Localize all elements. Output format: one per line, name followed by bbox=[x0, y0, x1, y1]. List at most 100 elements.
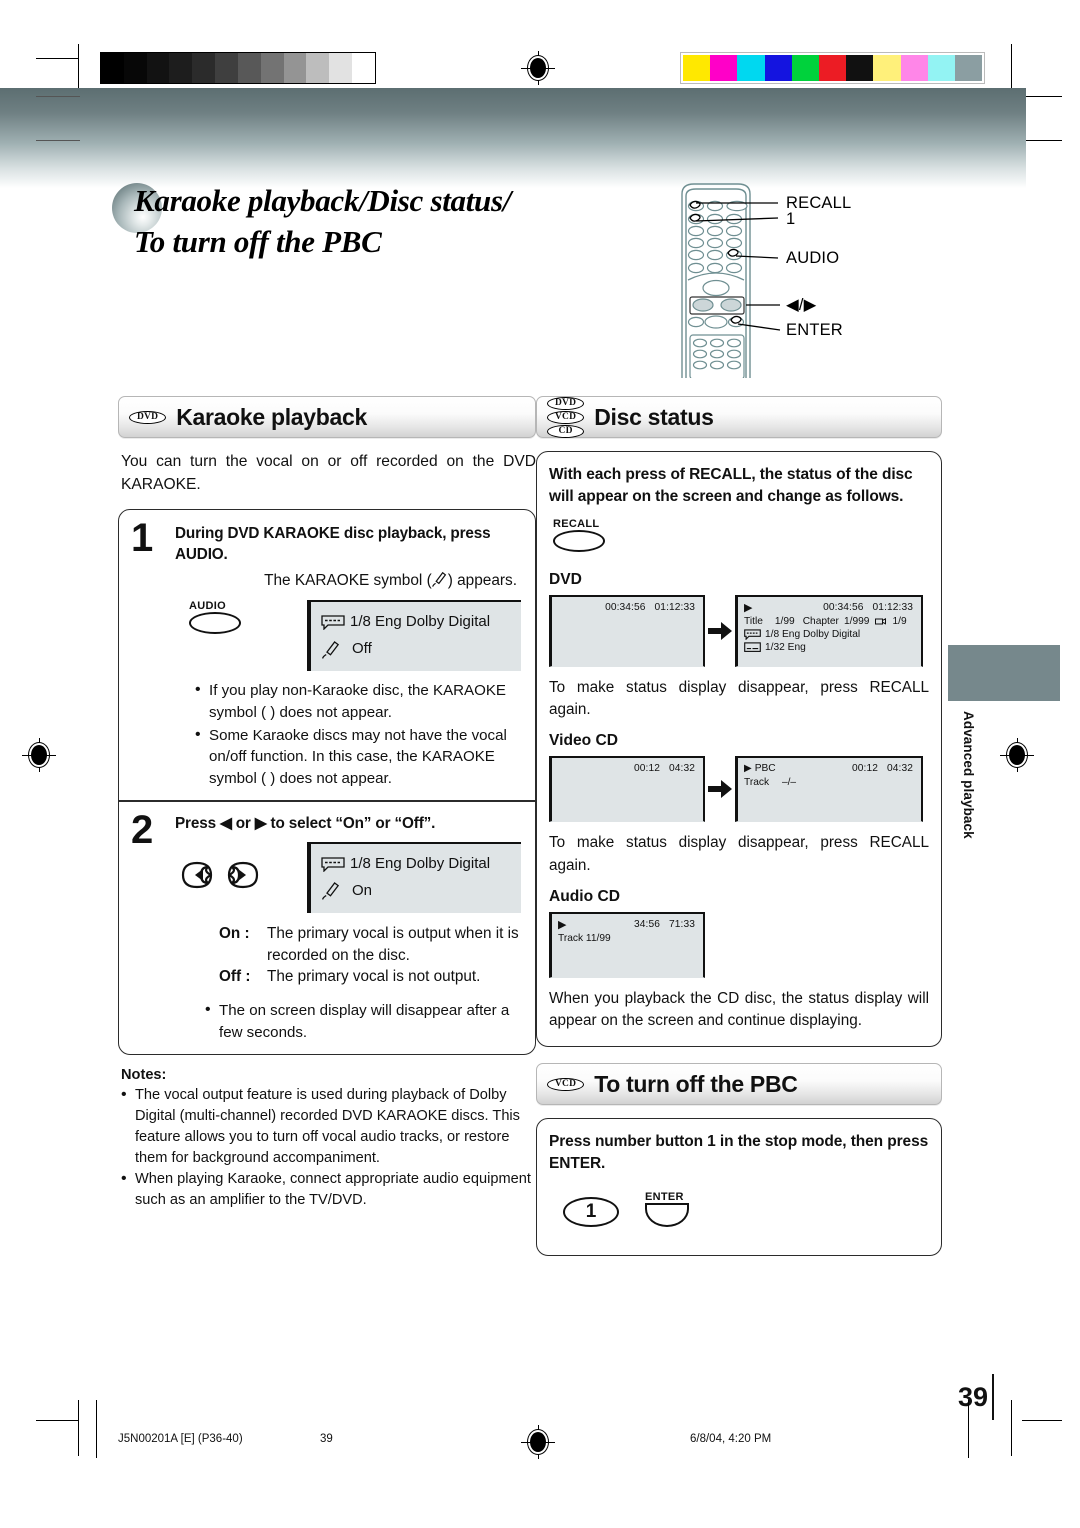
number-one-button-label: 1 bbox=[585, 1201, 597, 1223]
color-patch-7 bbox=[873, 55, 901, 81]
color-patch-4 bbox=[791, 55, 819, 81]
vcd-track-row: Track –/– bbox=[744, 777, 914, 788]
dvd-after-elapsed: 00:34:56 bbox=[823, 602, 864, 613]
footer-page-number: 39 bbox=[320, 1433, 333, 1445]
step-2-number: 2 bbox=[131, 807, 154, 852]
color-patch-1 bbox=[710, 55, 738, 81]
on-description: The primary vocal is output when it is r… bbox=[267, 925, 519, 964]
dvd-subtitle-row: 1/32 Eng bbox=[744, 642, 914, 653]
osd-audio-row-step2: 1/8 Eng Dolby Digital bbox=[321, 853, 509, 876]
audio-balloon-icon bbox=[744, 629, 761, 640]
enter-button-caption: ENTER bbox=[645, 1191, 684, 1204]
osd-display-step1: 1/8 Eng Dolby Digital Off bbox=[307, 600, 521, 672]
disc-badge-vcd: VCD bbox=[547, 1077, 585, 1091]
on-term: On : bbox=[219, 925, 250, 943]
acd-screen: 34:56 71:33 ▶ Track 11/99 bbox=[549, 911, 705, 978]
audio-cd-screens: 34:56 71:33 ▶ Track 11/99 bbox=[549, 911, 929, 978]
color-calibration-bar bbox=[680, 52, 985, 84]
note-0: The vocal output feature is used during … bbox=[121, 1084, 534, 1168]
video-cd-note: To make status display disappear, press … bbox=[549, 832, 929, 876]
pbc-instruction-box: Press number button 1 in the stop mode, … bbox=[536, 1118, 942, 1257]
page-title: Karaoke playback/Disc status/ To turn of… bbox=[112, 180, 652, 262]
remote-callout-enter: ENTER bbox=[786, 321, 843, 339]
dvd-before-elapsed: 00:34:56 bbox=[605, 602, 646, 613]
dvd-after-total: 01:12:33 bbox=[872, 602, 913, 613]
dvd-chapter-value: 1/999 bbox=[843, 616, 870, 627]
pbc-buttons-figure: 1 ENTER bbox=[549, 1191, 929, 1228]
crop-mark-bottom-left bbox=[36, 1420, 78, 1421]
vcd-before-elapsed: 00:12 bbox=[634, 763, 660, 775]
dvd-screen-after: 00:34:56 01:12:33 ▶ Title 1/99 Chapter 1/… bbox=[735, 595, 923, 667]
color-patch-0 bbox=[683, 55, 711, 81]
side-tab-block bbox=[948, 645, 1060, 701]
step-2-bullets: The on screen display will disappear aft… bbox=[175, 999, 521, 1043]
step-1-title: During DVD KARAOKE disc playback, press … bbox=[175, 525, 491, 564]
osd-display-step2: 1/8 Eng Dolby Digital On bbox=[307, 842, 521, 914]
crop-mark-bottom-right bbox=[1022, 1420, 1062, 1421]
page-number: 39 bbox=[957, 1382, 988, 1412]
off-description: The primary vocal is not output. bbox=[267, 968, 481, 986]
step-2-title: Press ◀ or ▶ to select “On” or “Off”. bbox=[175, 814, 436, 832]
crop-mark-right-top bbox=[1011, 44, 1012, 90]
color-patch-5 bbox=[818, 55, 847, 81]
footer-document-id: J5N00201A [E] (P36-40) bbox=[118, 1433, 243, 1445]
vcd-transition-arrow bbox=[705, 780, 735, 799]
header-gradient-band bbox=[0, 88, 1026, 188]
audio-cd-note: When you playback the CD disc, the statu… bbox=[549, 989, 929, 1029]
step-2-bullet-0: The on screen display will disappear aft… bbox=[205, 999, 517, 1043]
karaoke-microphone-icon bbox=[321, 640, 340, 659]
pbc-section-title: To turn off the PBC bbox=[594, 1070, 798, 1097]
dvd-before-total: 01:12:33 bbox=[654, 602, 695, 613]
disc-badge-dvd: DVD bbox=[547, 396, 585, 410]
disc-status-lead-text: With each press of RECALL, the status of… bbox=[549, 466, 913, 505]
remote-callout-one: 1 bbox=[786, 210, 796, 228]
gray-patch-5 bbox=[215, 53, 238, 83]
osd-audio-row-step1: 1/8 Eng Dolby Digital bbox=[321, 611, 509, 634]
recall-button-oval[interactable] bbox=[553, 530, 605, 552]
registration-mark-top bbox=[521, 51, 555, 85]
dvd-title-value: 1/99 bbox=[774, 616, 795, 627]
left-right-buttons-illustration bbox=[181, 861, 259, 889]
dvd-title-label: Title bbox=[744, 616, 763, 627]
number-one-button[interactable]: 1 bbox=[563, 1197, 619, 1228]
audio-button-oval[interactable] bbox=[189, 612, 241, 635]
osd-audio-text-step2: 1/8 Eng Dolby Digital bbox=[350, 855, 491, 873]
crop-mark-left-upper bbox=[36, 58, 78, 59]
gray-patch-0 bbox=[101, 53, 124, 83]
footer-rule-left bbox=[96, 1400, 97, 1458]
header-rule-2 bbox=[36, 140, 80, 141]
side-tab-advanced-playback: Advanced playback bbox=[948, 645, 1060, 839]
disc-status-section-header: DVD VCD CD Disc status bbox=[536, 396, 942, 438]
grayscale-calibration-bar bbox=[100, 52, 376, 84]
on-off-definitions: On : The primary vocal is output when it… bbox=[219, 923, 521, 988]
dvd-angle-value: 1/9 bbox=[892, 616, 907, 627]
video-cd-label: Video CD bbox=[549, 732, 619, 750]
color-patch-6 bbox=[846, 55, 874, 81]
gray-patch-6 bbox=[237, 53, 261, 83]
dvd-label: DVD bbox=[549, 571, 582, 588]
dvd-title-chapter-row: Title 1/99 Chapter 1/999 1/9 bbox=[744, 616, 914, 627]
disc-type-badges-karaoke: DVD bbox=[129, 410, 167, 424]
enter-button-shape[interactable] bbox=[645, 1203, 689, 1228]
page-title-line2: To turn off the PBC bbox=[134, 224, 382, 260]
registration-mark-right bbox=[1000, 738, 1034, 772]
video-cd-screens: 00:12 04:32 00:12 04:32 ▶ PBC Track –/– bbox=[549, 756, 929, 823]
acd-times: 34:56 71:33 bbox=[625, 919, 695, 930]
registration-mark-bottom bbox=[521, 1425, 555, 1459]
color-patch-8 bbox=[900, 55, 928, 81]
notes-list: The vocal output feature is used during … bbox=[118, 1084, 536, 1210]
off-term: Off : bbox=[219, 968, 251, 986]
karaoke-playback-column: DVD Karaoke playback You can turn the vo… bbox=[118, 396, 536, 1211]
arrow-right-icon bbox=[708, 780, 732, 799]
crop-mark-right-lower bbox=[1022, 140, 1062, 141]
registration-mark-left bbox=[22, 738, 56, 772]
vcd-after-times: 00:12 04:32 bbox=[843, 763, 913, 774]
gray-patch-11 bbox=[352, 53, 375, 83]
dvd-after-times: 00:34:56 01:12:33 bbox=[814, 602, 913, 613]
gray-patch-1 bbox=[123, 53, 147, 83]
step-1-bullets: If you play non-Karaoke disc, the KARAOK… bbox=[175, 679, 521, 789]
step-1-subtext-tail: ) appears. bbox=[447, 572, 517, 590]
gray-patch-2 bbox=[146, 53, 170, 83]
gray-patch-3 bbox=[169, 53, 193, 83]
disc-badge-cd: CD bbox=[547, 424, 585, 438]
